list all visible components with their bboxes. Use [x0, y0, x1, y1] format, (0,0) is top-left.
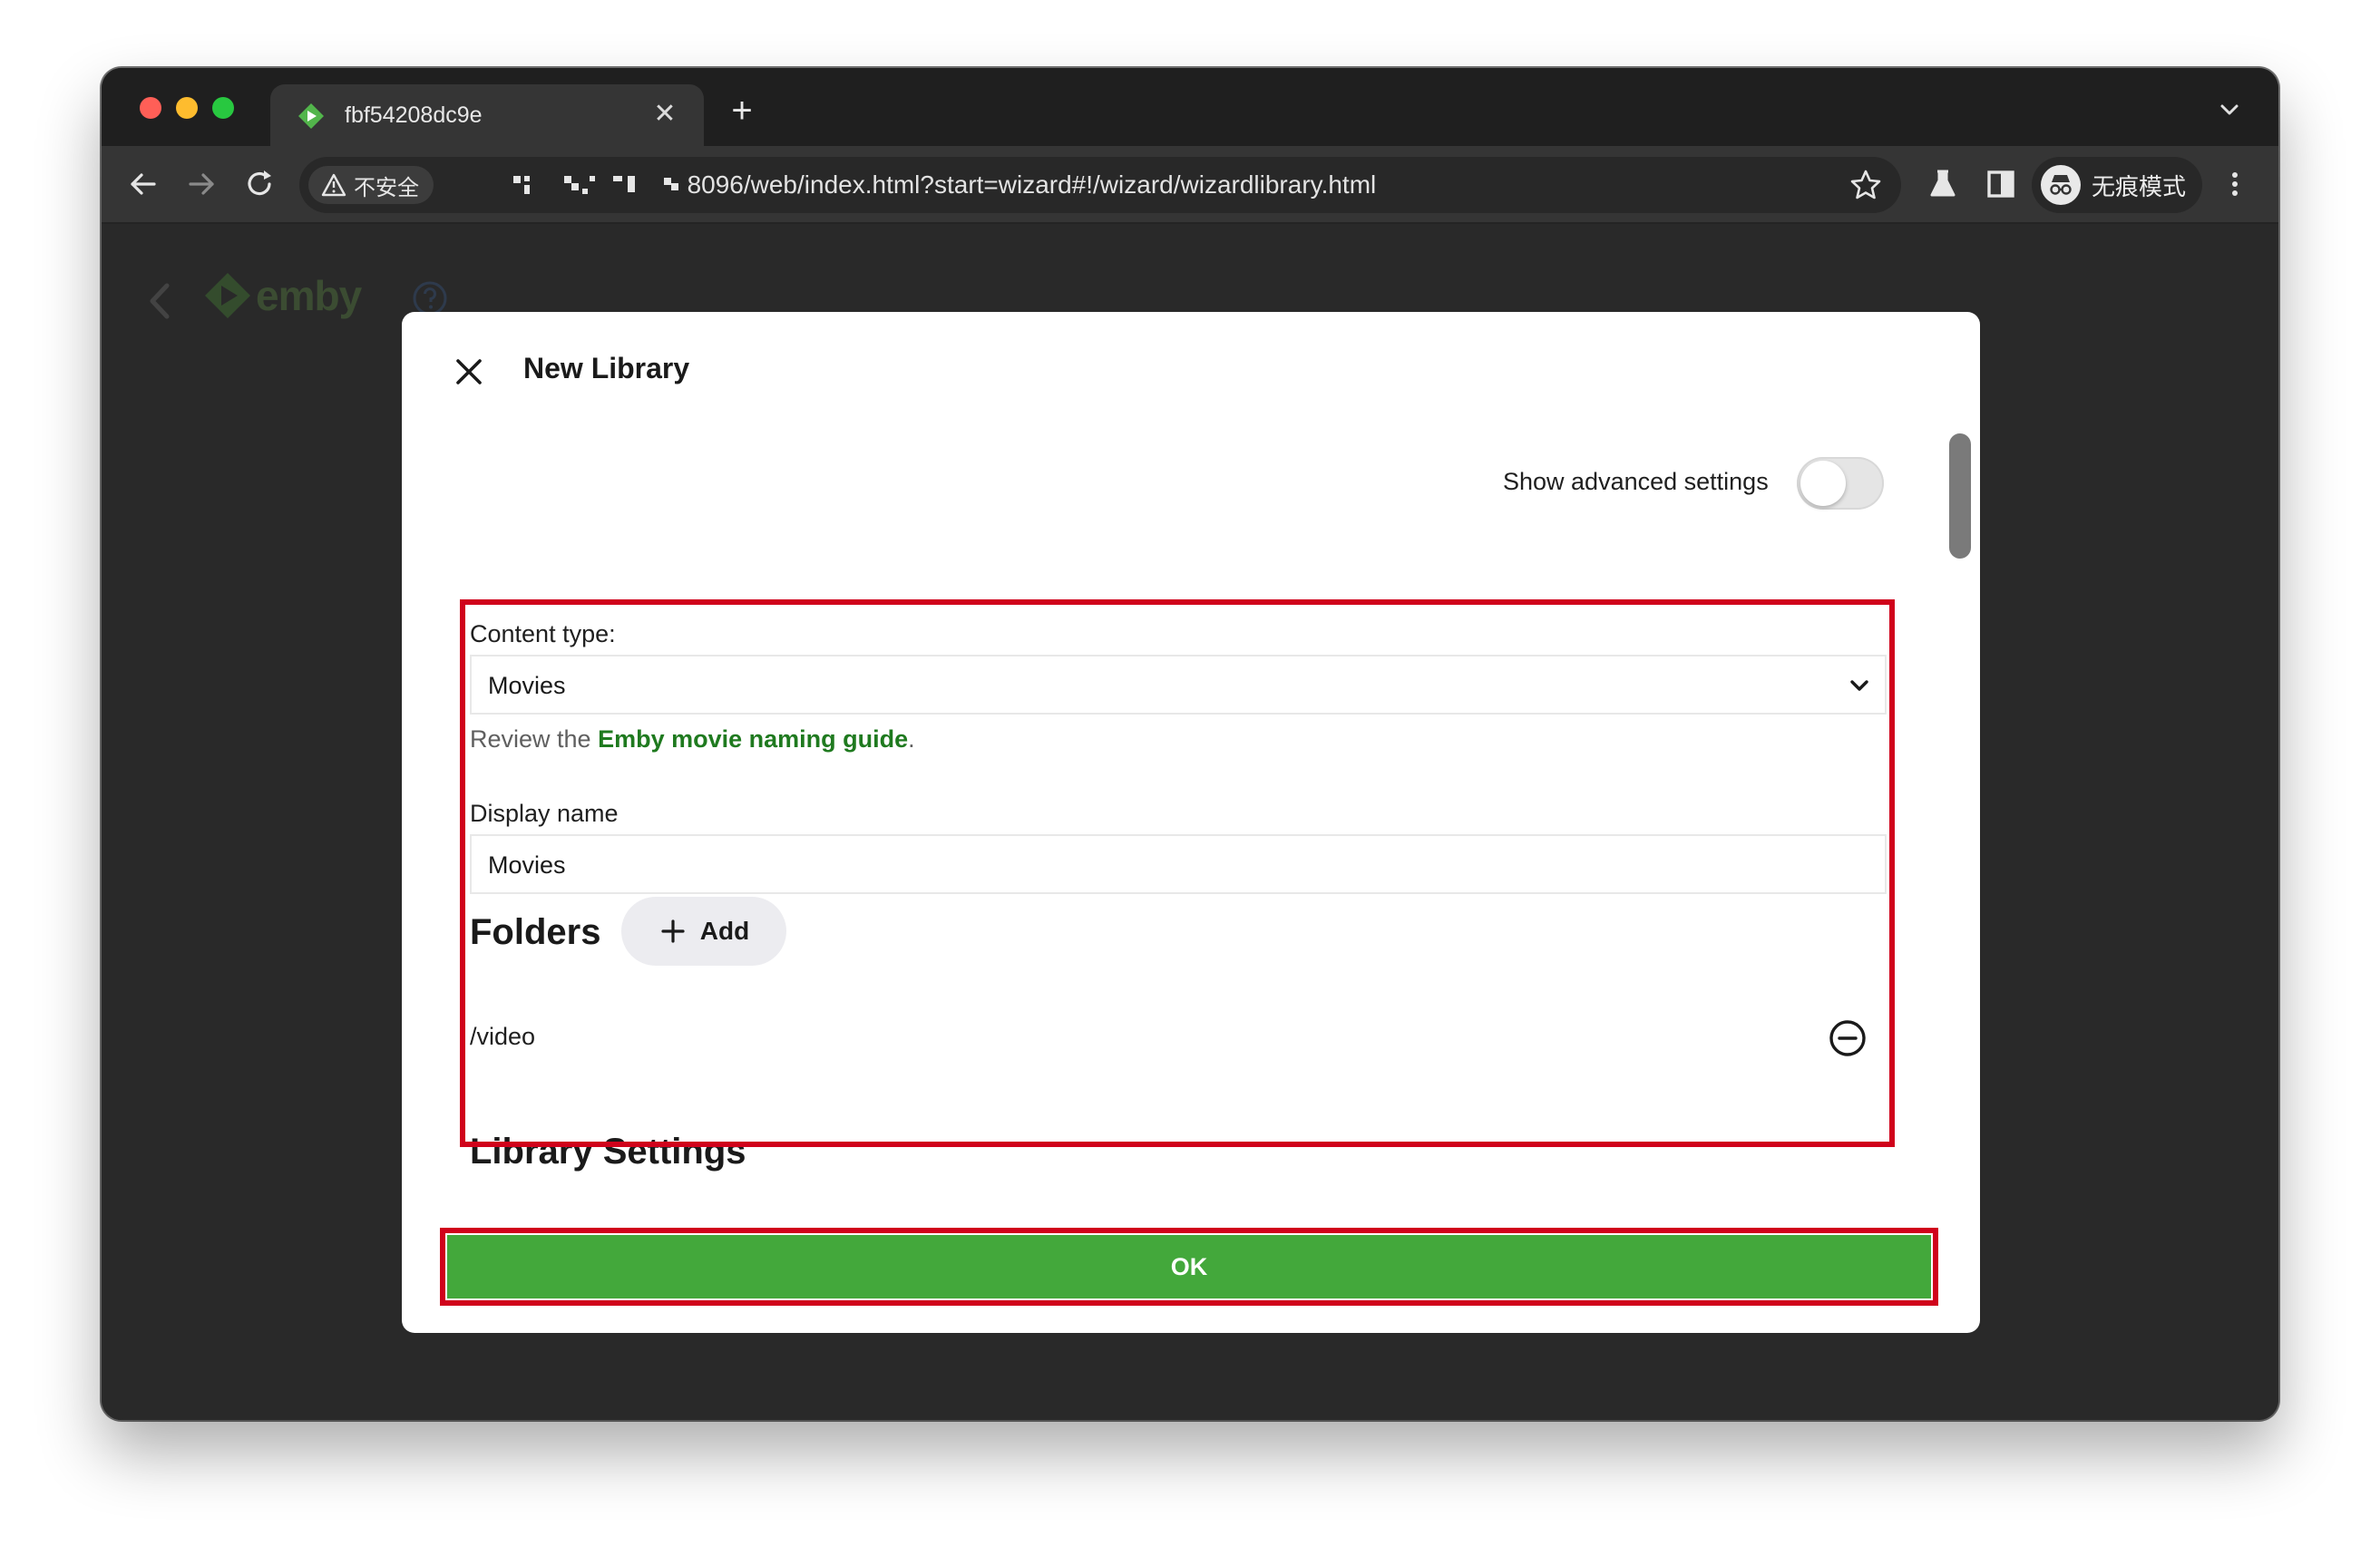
minimize-window-button[interactable]: [176, 97, 198, 119]
advanced-settings-label: Show advanced settings: [1503, 468, 1769, 495]
warning-icon: [321, 173, 346, 197]
incognito-icon: [2041, 165, 2081, 205]
url-value: 8096/web/index.html?start=wizard#!/wizar…: [687, 170, 1377, 199]
incognito-indicator[interactable]: 无痕模式: [2032, 157, 2203, 213]
address-bar[interactable]: 不安全 8096/web/index.html?start=wizard#!/w…: [299, 157, 1901, 213]
highlight-ok-button: [440, 1228, 1938, 1306]
forward-arrow-icon[interactable]: [181, 164, 221, 204]
new-library-dialog: New Library Show advanced settings Conte…: [402, 312, 1980, 1333]
tab-title: fbf54208dc9e: [345, 102, 483, 128]
browser-tab[interactable]: fbf54208dc9e ✕: [270, 84, 704, 146]
labs-flask-icon[interactable]: [1923, 164, 1963, 204]
reload-icon[interactable]: [239, 164, 279, 204]
back-arrow-icon[interactable]: [123, 164, 163, 204]
maximize-window-button[interactable]: [212, 97, 234, 119]
browser-toolbar: 不安全 8096/web/index.html?start=wizard#!/w…: [102, 146, 2278, 224]
incognito-label: 无痕模式: [2092, 172, 2187, 200]
tab-close-icon[interactable]: ✕: [649, 99, 680, 130]
security-chip[interactable]: 不安全: [308, 166, 434, 204]
dialog-title: New Library: [523, 352, 690, 384]
side-panel-icon[interactable]: [1981, 164, 2021, 204]
advanced-settings-toggle[interactable]: [1797, 457, 1884, 510]
redacted-host-icon: [513, 175, 635, 194]
new-tab-button[interactable]: +: [722, 92, 762, 131]
security-label: 不安全: [354, 175, 419, 200]
more-menu-icon[interactable]: [2215, 164, 2255, 204]
emby-favicon-icon: [298, 103, 324, 129]
redacted-ip-icon: [663, 177, 678, 190]
scrollbar-thumb[interactable]: [1949, 433, 1971, 559]
toggle-knob: [1800, 461, 1846, 506]
close-icon[interactable]: [449, 352, 489, 392]
highlight-form-fields: [460, 599, 1895, 1147]
tab-search-chevron-icon[interactable]: [2211, 92, 2248, 128]
url-text[interactable]: 8096/web/index.html?start=wizard#!/wizar…: [513, 170, 1376, 199]
close-window-button[interactable]: [140, 97, 161, 119]
bookmark-star-icon[interactable]: [1848, 168, 1883, 202]
tab-strip: fbf54208dc9e ✕ +: [102, 68, 2278, 146]
browser-window: fbf54208dc9e ✕ + 不安全 8096/web/index.html…: [102, 68, 2278, 1420]
